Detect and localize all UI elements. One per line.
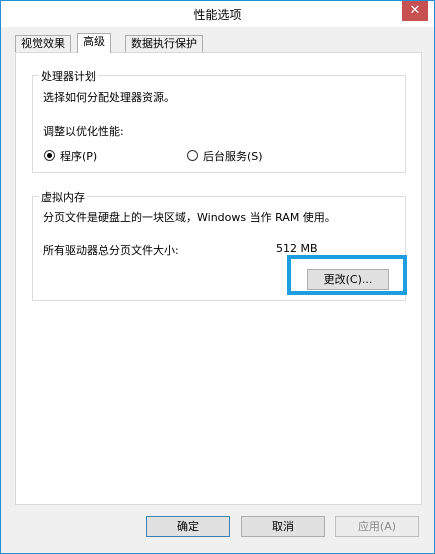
tab-data-execution-prevention[interactable]: 数据执行保护 xyxy=(125,35,203,52)
tab-visual-effects[interactable]: 视觉效果 xyxy=(15,35,71,52)
advanced-tab-panel: 处理器计划 选择如何分配处理器资源。 调整以优化性能: 程序(P) 后台服务(S… xyxy=(15,52,422,505)
optimize-label: 调整以优化性能: xyxy=(43,125,124,138)
close-button[interactable]: ✕ xyxy=(402,1,428,21)
virtual-memory-description: 分页文件是硬盘上的一块区域，Windows 当作 RAM 使用。 xyxy=(43,211,336,224)
tab-strip: 视觉效果 高级 数据执行保护 xyxy=(15,33,420,53)
programs-radio-label[interactable]: 程序(P) xyxy=(60,148,97,164)
ok-button[interactable]: 确定 xyxy=(146,516,230,537)
change-virtual-memory-button[interactable]: 更改(C)... xyxy=(307,269,389,290)
performance-options-window: 性能选项 ✕ 视觉效果 高级 数据执行保护 处理器计划 选择如何分配处理器资源。… xyxy=(0,0,435,554)
processor-scheduling-title: 处理器计划 xyxy=(39,68,98,84)
virtual-memory-group: 虚拟内存 分页文件是硬盘上的一块区域，Windows 当作 RAM 使用。 所有… xyxy=(32,189,406,301)
tab-advanced[interactable]: 高级 xyxy=(77,33,111,53)
virtual-memory-title: 虚拟内存 xyxy=(39,189,87,205)
programs-radio[interactable] xyxy=(44,150,55,161)
total-paging-file-value: 512 MB xyxy=(276,242,318,255)
processor-scheduling-group: 处理器计划 选择如何分配处理器资源。 调整以优化性能: 程序(P) 后台服务(S… xyxy=(32,68,406,173)
background-services-radio[interactable] xyxy=(187,150,198,161)
close-icon: ✕ xyxy=(409,3,421,18)
processor-description: 选择如何分配处理器资源。 xyxy=(43,91,175,104)
title-bar: 性能选项 ✕ xyxy=(1,1,434,27)
apply-button[interactable]: 应用(A) xyxy=(335,516,419,537)
background-services-radio-label[interactable]: 后台服务(S) xyxy=(203,148,263,164)
window-title: 性能选项 xyxy=(193,8,242,22)
cancel-button[interactable]: 取消 xyxy=(241,516,325,537)
total-paging-file-label: 所有驱动器总分页文件大小: xyxy=(43,244,179,257)
